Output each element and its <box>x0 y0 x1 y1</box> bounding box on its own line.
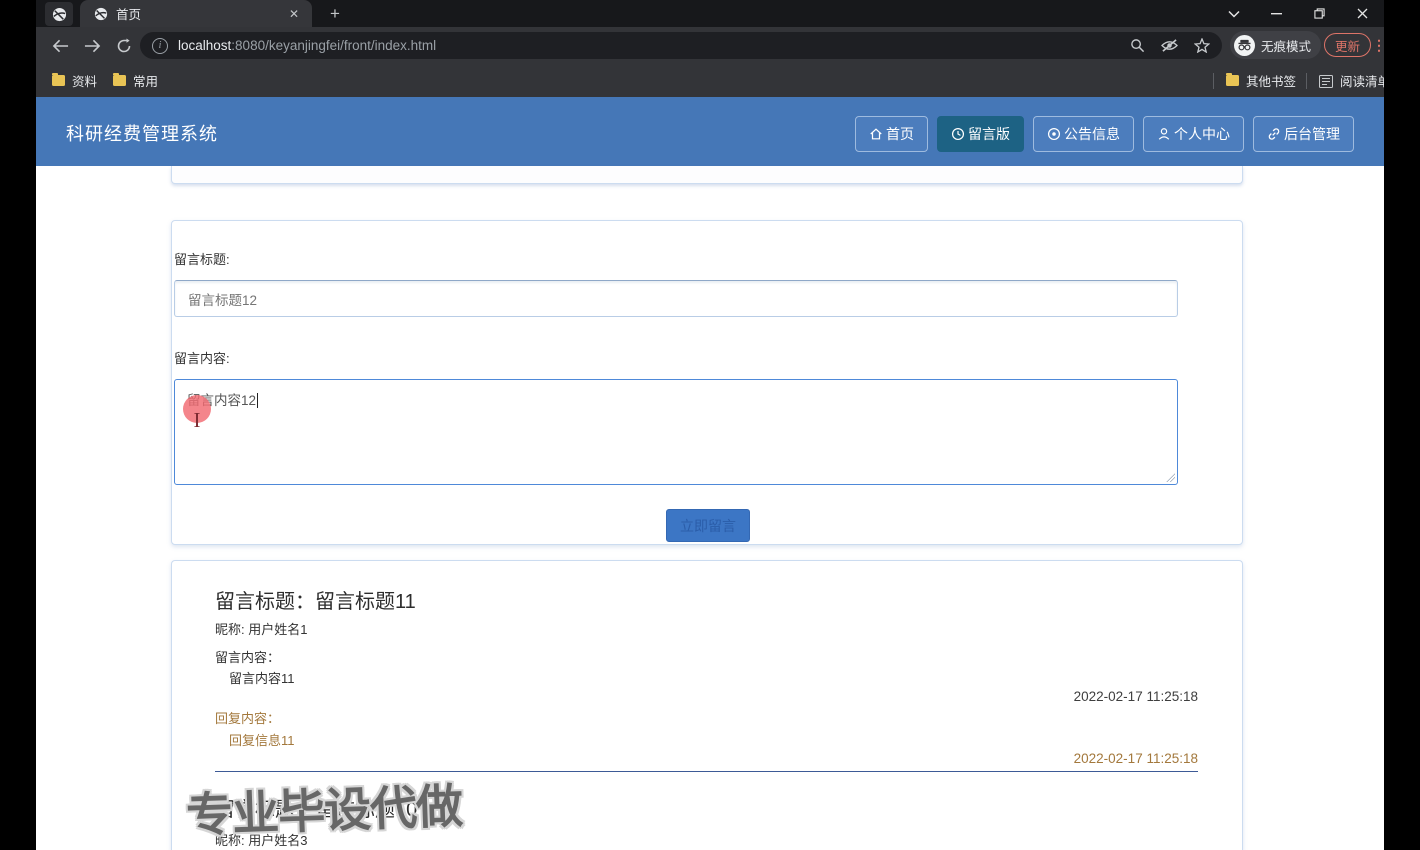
back-button[interactable] <box>48 34 72 58</box>
urlbar-actions <box>1130 38 1210 53</box>
browser-menu-icon[interactable]: ⋮ <box>1372 33 1384 57</box>
update-button[interactable]: 更新 <box>1324 33 1371 57</box>
nav-messageboard-button[interactable]: 留言版 <box>937 116 1024 152</box>
url-text: localhost:8080/keyanjingfei/front/index.… <box>178 38 1130 53</box>
nav-label: 公告信息 <box>1064 124 1120 144</box>
tab-title: 首页 <box>116 4 286 23</box>
submit-message-button[interactable]: 立即留言 <box>666 509 750 542</box>
bookmarks-bar: 资料 常用 其他书签 阅读清单 <box>36 64 1384 97</box>
site-navbar: 科研经费管理系统 首页 留言版 公告信息 个人中心 <box>36 97 1384 166</box>
restore-button[interactable] <box>1298 0 1341 27</box>
home-icon <box>869 127 883 141</box>
message-list-card: 留言标题：留言标题11 昵称: 用户姓名1 留言内容： 留言内容11 2022-… <box>171 560 1243 850</box>
reply-content: 回复信息11 <box>229 730 295 749</box>
other-bookmarks-button[interactable]: 其他书签 <box>1226 71 1296 90</box>
message-content: 留言内容11 <box>229 668 295 687</box>
nav-home-button[interactable]: 首页 <box>855 116 928 152</box>
divider <box>1213 73 1214 89</box>
tab-favicon-globe-icon <box>94 7 108 21</box>
incognito-icon <box>1234 35 1255 56</box>
bookmark-label: 常用 <box>133 71 158 90</box>
message-nickname: 昵称: 用户姓名3 <box>215 830 307 849</box>
window-controls <box>1212 0 1384 27</box>
divider <box>1306 73 1307 89</box>
bookmark-folder-changyong[interactable]: 常用 <box>113 71 158 90</box>
user-icon <box>1157 127 1171 141</box>
window-app-icon <box>45 2 73 26</box>
url-host: localhost <box>178 38 231 53</box>
bookmark-folder-ziliao[interactable]: 资料 <box>52 71 97 90</box>
message-divider <box>215 771 1198 772</box>
message-content-label: 留言内容： <box>215 647 280 666</box>
nav-label: 个人中心 <box>1174 124 1230 144</box>
message-title: 留言标题：留言标题11 <box>215 585 416 614</box>
nav-admin-button[interactable]: 后台管理 <box>1253 116 1354 152</box>
site-title: 科研经费管理系统 <box>66 120 218 146</box>
tab-strip: 首页 ✕ + <box>36 0 1384 27</box>
message-title-label: 留言标题: <box>174 249 230 268</box>
bookmark-label: 资料 <box>72 71 97 90</box>
folder-icon <box>52 75 65 86</box>
reload-button[interactable] <box>112 34 136 58</box>
close-window-button[interactable] <box>1341 0 1384 27</box>
screen: 首页 ✕ + i localhost:8080/keyanjingfei/fro… <box>0 0 1420 850</box>
reading-list-icon <box>1319 75 1333 87</box>
message-timestamp: 2022-02-17 11:25:18 <box>1074 689 1198 704</box>
ibeam-cursor-icon: I <box>194 411 201 430</box>
message-title-input[interactable] <box>174 280 1178 317</box>
mouse-cursor-highlight: I <box>183 395 211 423</box>
browser-tab[interactable]: 首页 ✕ <box>80 0 312 27</box>
message-nickname: 昵称: 用户姓名1 <box>215 619 307 638</box>
nav-label: 后台管理 <box>1284 124 1340 144</box>
message-content-label: 留言内容: <box>174 348 230 367</box>
folder-icon <box>1226 75 1239 86</box>
message-icon <box>951 127 965 141</box>
tab-search-chevron-icon[interactable] <box>1212 0 1255 27</box>
nav-profile-button[interactable]: 个人中心 <box>1143 116 1244 152</box>
reading-list-button[interactable]: 阅读清单 <box>1319 71 1384 90</box>
message-form-card: 留言标题: 留言内容: 留言内容12 立即留言 <box>171 220 1243 545</box>
eye-off-icon[interactable] <box>1161 38 1178 53</box>
folder-icon <box>113 75 126 86</box>
bookmarks-right: 其他书签 阅读清单 <box>1203 64 1384 97</box>
nav-label: 首页 <box>886 124 914 144</box>
tab-close-icon[interactable]: ✕ <box>286 7 302 21</box>
announcement-icon <box>1047 127 1061 141</box>
link-icon <box>1267 127 1281 141</box>
reply-timestamp: 2022-02-17 11:25:18 <box>1074 751 1198 766</box>
nav-announcements-button[interactable]: 公告信息 <box>1033 116 1134 152</box>
bookmark-star-icon[interactable] <box>1194 38 1210 53</box>
minimize-button[interactable] <box>1255 0 1298 27</box>
previous-card-bottom <box>171 166 1243 184</box>
browser-window: 首页 ✕ + i localhost:8080/keyanjingfei/fro… <box>36 0 1384 850</box>
text-caret <box>257 393 258 408</box>
message-content-textarea[interactable]: 留言内容12 <box>174 379 1178 485</box>
site-info-icon[interactable]: i <box>152 38 168 54</box>
reply-label: 回复内容： <box>215 708 280 727</box>
new-tab-button[interactable]: + <box>324 3 346 25</box>
zoom-search-icon[interactable] <box>1130 38 1145 53</box>
nav-label: 留言版 <box>968 124 1010 144</box>
other-bookmarks-label: 其他书签 <box>1246 71 1296 90</box>
incognito-badge: 无痕模式 <box>1230 31 1321 59</box>
incognito-label: 无痕模式 <box>1261 36 1311 55</box>
browser-toolbar: i localhost:8080/keyanjingfei/front/inde… <box>36 27 1384 64</box>
globe-icon <box>52 7 67 22</box>
forward-button[interactable] <box>80 34 104 58</box>
resize-handle[interactable] <box>1166 473 1175 482</box>
url-path: :8080/keyanjingfei/front/index.html <box>231 38 436 53</box>
site-nav-buttons: 首页 留言版 公告信息 个人中心 后台管理 <box>855 116 1354 152</box>
reading-list-label: 阅读清单 <box>1340 71 1384 90</box>
message-title: 留言标题：留言标题10 <box>215 793 417 822</box>
url-bar[interactable]: i localhost:8080/keyanjingfei/front/inde… <box>140 32 1222 59</box>
